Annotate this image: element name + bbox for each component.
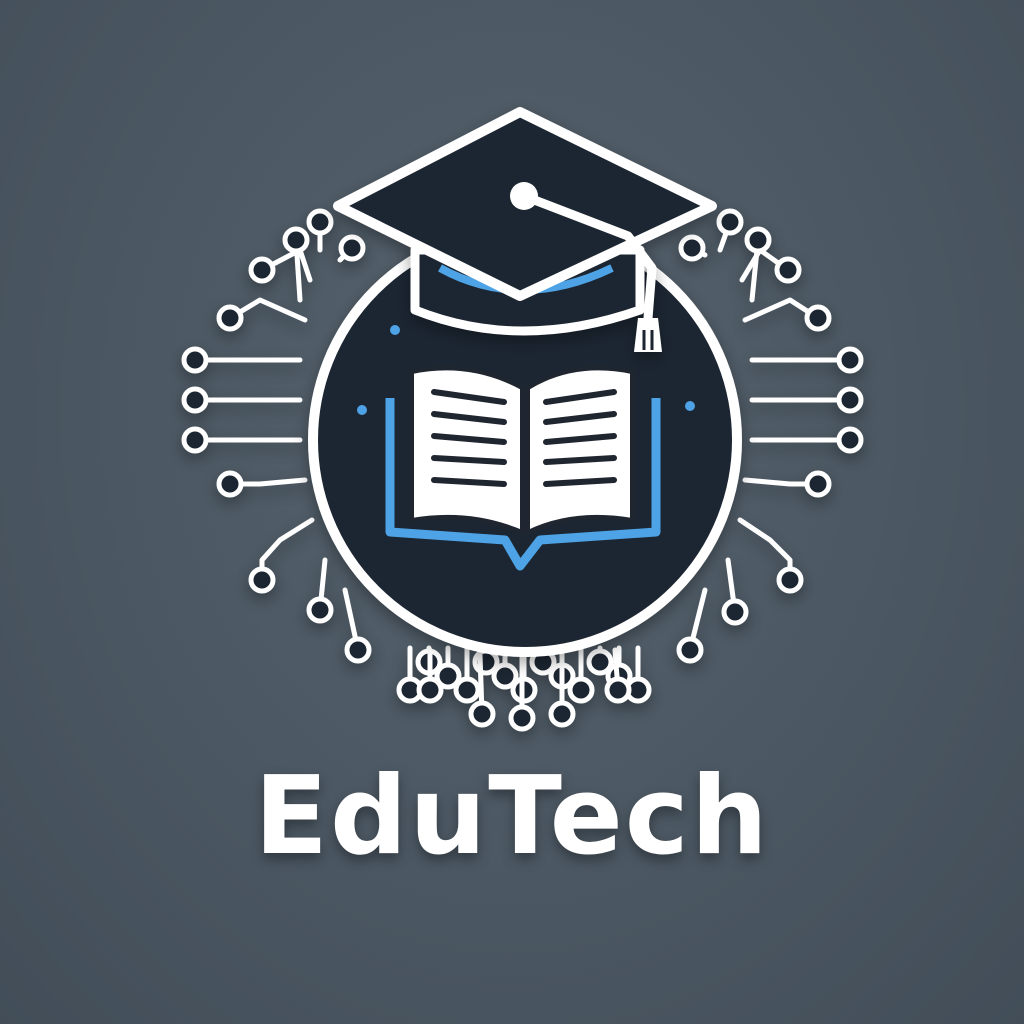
brand-name: EduTech — [254, 754, 770, 879]
edutech-logo-emblem — [181, 107, 864, 732]
